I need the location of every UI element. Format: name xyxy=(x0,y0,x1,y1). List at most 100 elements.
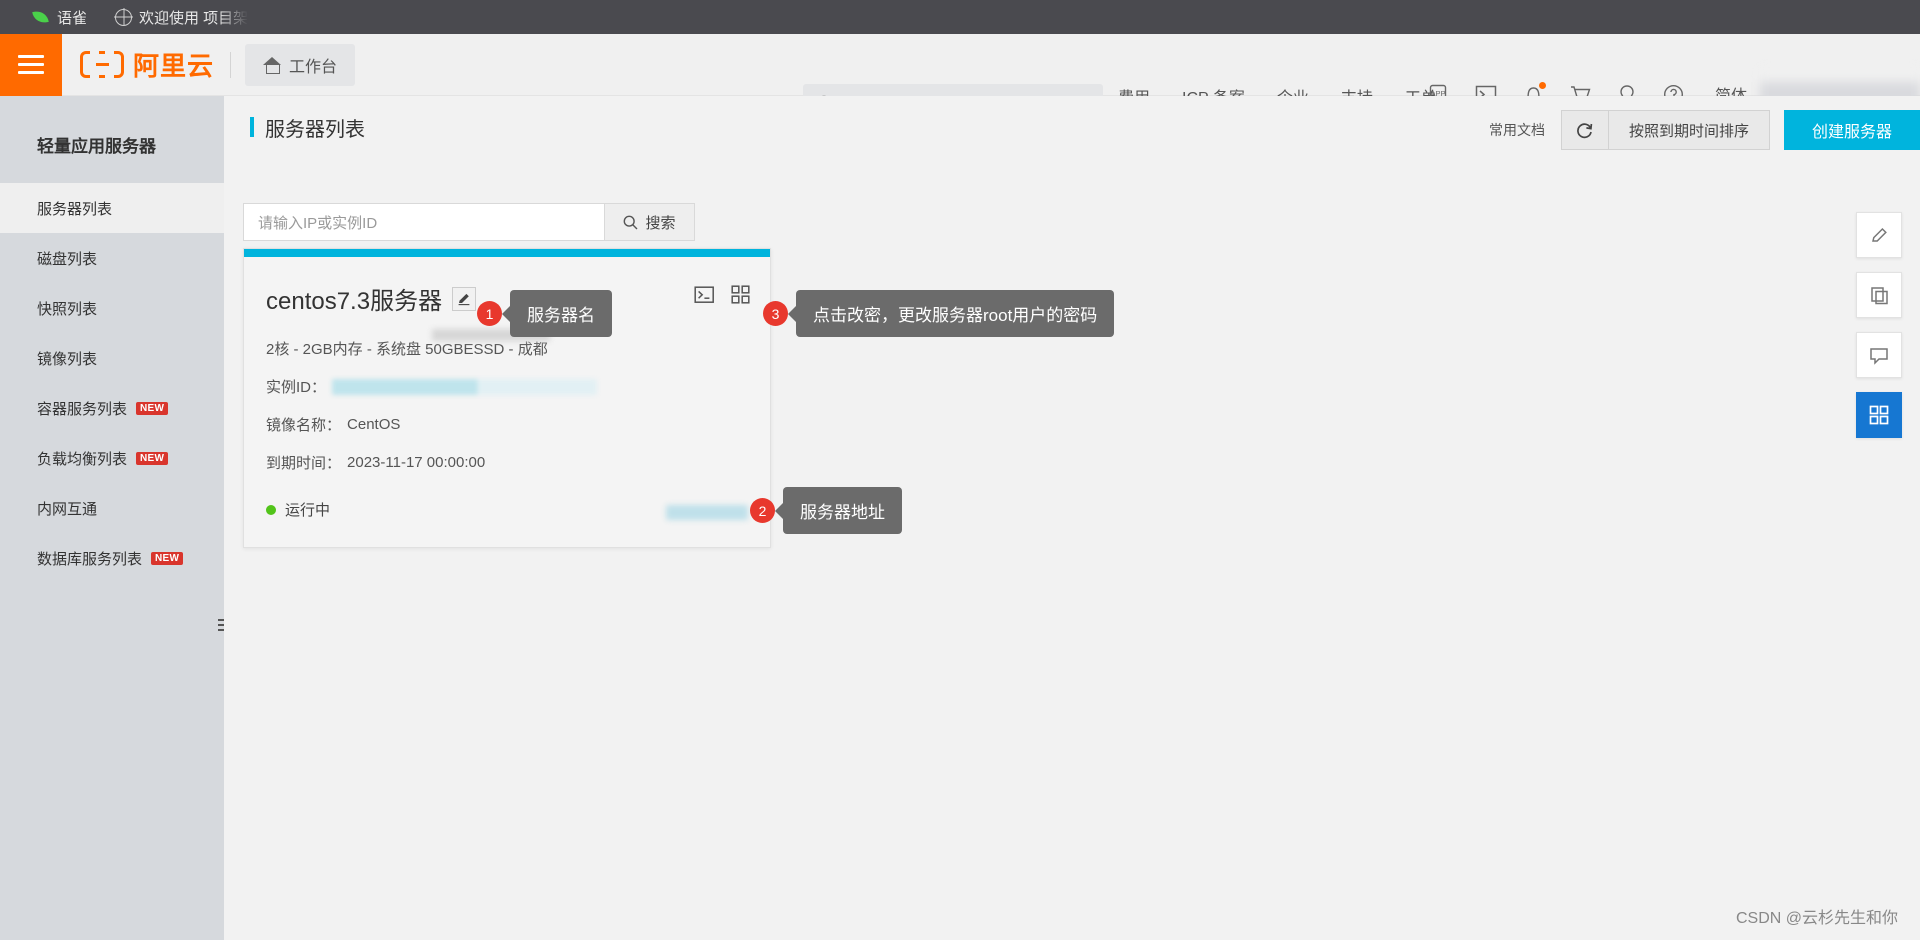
callout-number: 2 xyxy=(750,498,775,523)
card-action-icons xyxy=(694,285,750,304)
leaf-icon xyxy=(32,8,50,26)
sort-button-label: 按照到期时间排序 xyxy=(1628,122,1749,140)
instance-id-label: 实例ID： xyxy=(266,379,327,396)
workbench-label: 工作台 xyxy=(289,58,338,76)
sidebar-item-image-list[interactable]: 镜像列表 xyxy=(0,333,224,383)
sidebar-title: 轻量应用服务器 xyxy=(37,137,156,156)
header-divider xyxy=(230,51,232,78)
sidebar-item-label: 内网互通 xyxy=(37,500,98,518)
terminal-icon[interactable] xyxy=(694,285,715,304)
top-header: 阿里云 工作台 搜索... 费用 ICP 备案 企业 支持 工单 xyxy=(0,33,1920,130)
title-accent-bar xyxy=(250,117,254,137)
create-button-label: 创建服务器 xyxy=(1811,124,1892,141)
sidebar-item-label: 容器服务列表 xyxy=(37,400,128,418)
brand-text: 阿里云 xyxy=(133,51,215,81)
status-dot-icon xyxy=(266,504,276,515)
server-name: centos7.3服务器 xyxy=(266,288,443,315)
new-badge: NEW xyxy=(136,401,169,415)
browser-tab-yuque[interactable]: 语雀 xyxy=(18,7,101,28)
burger-line xyxy=(18,63,44,66)
image-name-label: 镜像名称： xyxy=(266,417,342,434)
grid-icon xyxy=(1869,405,1889,425)
common-docs-link[interactable]: 常用文档 xyxy=(1489,120,1545,140)
server-status-row: 运行中 xyxy=(266,499,748,520)
menu-toggle-button[interactable] xyxy=(0,33,62,96)
sidebar-item-label: 快照列表 xyxy=(37,300,98,318)
content-header-actions: 常用文档 按照到期时间排序 创建服务器 xyxy=(1489,110,1920,150)
chat-icon xyxy=(1870,347,1888,365)
edit-server-name-button[interactable] xyxy=(452,286,477,311)
app-root: 语雀 欢迎使用 项目架 阿里云 工作台 搜索... xyxy=(0,0,1920,940)
image-name-row: 镜像名称： CentOS xyxy=(266,414,748,435)
callout-number: 3 xyxy=(763,301,788,326)
refresh-icon xyxy=(1577,122,1593,138)
sidebar: 轻量应用服务器 服务器列表 磁盘列表 快照列表 镜像列表 容器服务列表 NEW … xyxy=(0,96,238,940)
globe-icon xyxy=(115,8,133,26)
rail-apps-button[interactable] xyxy=(1856,392,1902,438)
image-name-value: CentOS xyxy=(347,416,401,433)
burger-line xyxy=(18,71,44,74)
sidebar-item-container-service-list[interactable]: 容器服务列表 NEW xyxy=(0,383,224,433)
grid-icon[interactable] xyxy=(731,285,750,304)
filter-row: 请输入IP或实例ID 搜索 xyxy=(243,203,695,241)
sidebar-item-database-service-list[interactable]: 数据库服务列表 NEW xyxy=(0,533,224,583)
callout-server-name: 1 服务器名 xyxy=(477,290,612,337)
callout-number: 1 xyxy=(477,301,502,326)
browser-tab-welcome[interactable]: 欢迎使用 项目架 xyxy=(101,7,262,28)
instance-search-button[interactable]: 搜索 xyxy=(605,203,695,241)
burger-line xyxy=(18,55,44,58)
pencil-icon xyxy=(458,293,470,305)
instance-search-button-label: 搜索 xyxy=(645,214,676,232)
callout-text: 服务器地址 xyxy=(783,487,902,534)
browser-tab-label: 欢迎使用 项目架 xyxy=(139,9,249,27)
new-badge: NEW xyxy=(151,551,184,565)
sidebar-item-label: 负载均衡列表 xyxy=(37,450,128,468)
sidebar-item-label: 磁盘列表 xyxy=(37,250,98,268)
sidebar-item-label: 数据库服务列表 xyxy=(37,550,143,568)
expire-time-label: 到期时间： xyxy=(266,455,342,472)
instance-search-placeholder: 请输入IP或实例ID xyxy=(258,214,378,232)
callout-text: 点击改密，更改服务器root用户的密码 xyxy=(796,290,1115,337)
instance-search-input[interactable]: 请输入IP或实例ID xyxy=(243,203,605,241)
aliyun-mark-icon xyxy=(80,51,124,78)
instance-id-row: 实例ID： xyxy=(266,376,748,397)
rail-chat-button[interactable] xyxy=(1856,332,1902,378)
browser-tab-label: 语雀 xyxy=(57,9,88,27)
instance-id-redacted xyxy=(332,378,598,395)
sidebar-item-server-list[interactable]: 服务器列表 xyxy=(0,183,224,233)
page-title-text: 服务器列表 xyxy=(265,118,365,141)
sidebar-item-intranet[interactable]: 内网互通 xyxy=(0,483,224,533)
sidebar-item-snapshot-list[interactable]: 快照列表 xyxy=(0,283,224,333)
server-spec: 2核 - 2GB内存 - 系统盘 50GBESSD - 成都 xyxy=(266,341,548,358)
status-badge: 运行中 xyxy=(285,502,331,519)
rail-feedback-button[interactable] xyxy=(1856,212,1902,258)
sidebar-item-load-balancer-list[interactable]: 负载均衡列表 NEW xyxy=(0,433,224,483)
callout-text: 服务器名 xyxy=(510,290,612,337)
expire-time-row: 到期时间： 2023-11-17 00:00:00 xyxy=(266,452,748,473)
browser-tabstrip: 语雀 欢迎使用 项目架 xyxy=(0,0,1920,34)
copy-icon xyxy=(1870,286,1888,304)
page-title: 服务器列表 xyxy=(250,113,365,142)
expire-time-value: 2023-11-17 00:00:00 xyxy=(347,454,486,471)
rail-copy-button[interactable] xyxy=(1856,272,1902,318)
sidebar-item-disk-list[interactable]: 磁盘列表 xyxy=(0,233,224,283)
notification-dot xyxy=(1539,81,1546,89)
server-ip-redacted[interactable] xyxy=(666,505,748,520)
sidebar-item-label: 服务器列表 xyxy=(37,200,113,218)
card-accent-bar xyxy=(244,249,770,257)
pencil-icon xyxy=(1871,227,1887,242)
search-icon xyxy=(624,215,638,229)
callout-server-address: 2 服务器地址 xyxy=(750,487,902,534)
callout-change-password: 3 点击改密，更改服务器root用户的密码 xyxy=(763,290,1115,337)
aliyun-logo[interactable]: 阿里云 xyxy=(80,46,214,83)
content-header: 服务器列表 常用文档 按照到期时间排序 创建服务器 xyxy=(224,96,1920,158)
sidebar-item-label: 镜像列表 xyxy=(37,350,98,368)
watermark: CSDN @云杉先生和你 xyxy=(1735,910,1898,927)
refresh-button[interactable] xyxy=(1560,110,1609,150)
create-server-button[interactable]: 创建服务器 xyxy=(1783,110,1920,150)
home-icon xyxy=(263,56,282,74)
new-badge: NEW xyxy=(136,451,169,465)
right-rail xyxy=(1856,212,1902,438)
sort-by-expiry-button[interactable]: 按照到期时间排序 xyxy=(1608,110,1770,150)
workbench-button[interactable]: 工作台 xyxy=(245,43,356,86)
